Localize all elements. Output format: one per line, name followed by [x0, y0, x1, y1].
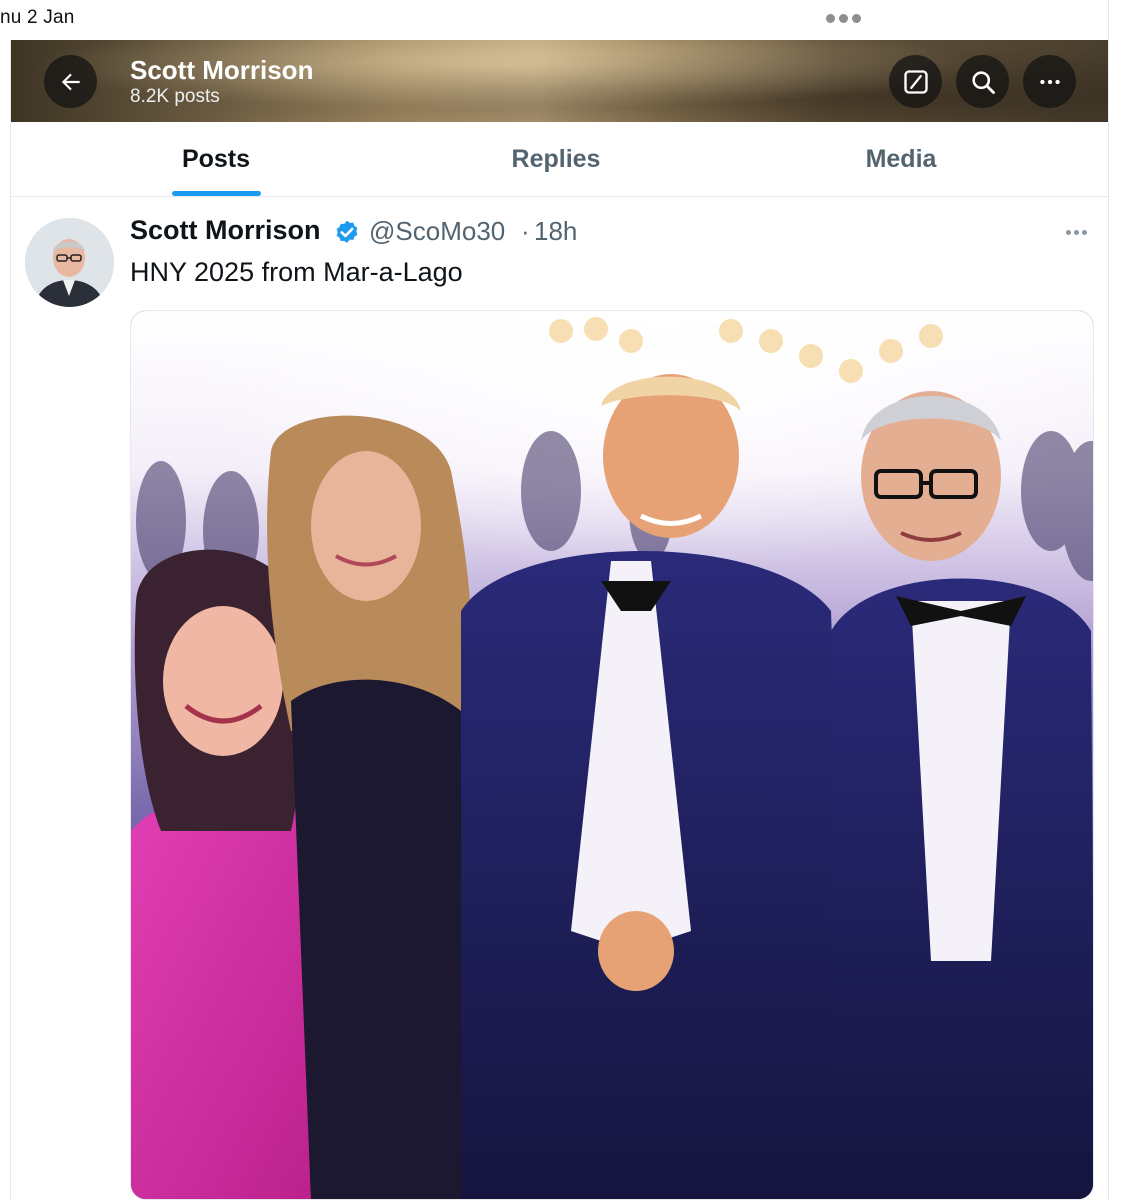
- active-tab-indicator: [172, 191, 261, 196]
- more-options-button[interactable]: [1023, 55, 1076, 108]
- search-icon: [971, 70, 995, 94]
- tweet-text: HNY 2025 from Mar-a-Lago: [130, 257, 463, 287]
- header-profile-name: Scott Morrison: [130, 55, 314, 85]
- tweet-meta-separator: ·: [521, 216, 530, 246]
- tweet-author-name[interactable]: Scott Morrison: [130, 215, 321, 246]
- tweet-photo[interactable]: [130, 310, 1094, 1200]
- column-divider-right: [1108, 0, 1109, 1200]
- multitasking-dots-icon[interactable]: [826, 14, 861, 23]
- tweet-author-handle[interactable]: @ScoMo30: [369, 216, 505, 247]
- avatar-image: [25, 218, 114, 307]
- avatar[interactable]: [25, 218, 114, 307]
- tweet-more-icon[interactable]: [1066, 230, 1087, 235]
- profile-tabs: Posts Replies Media: [11, 122, 1108, 197]
- profile-header: Scott Morrison 8.2K posts: [11, 40, 1108, 122]
- more-horizontal-icon: [1039, 79, 1060, 84]
- tweet-timestamp[interactable]: 18h: [534, 216, 577, 247]
- tweet-photo-image: [131, 311, 1093, 1199]
- column-divider-left: [10, 40, 11, 1200]
- back-button[interactable]: [44, 55, 97, 108]
- tab-posts[interactable]: Posts: [131, 122, 301, 196]
- tab-media[interactable]: Media: [816, 122, 986, 196]
- grok-button[interactable]: [889, 55, 942, 108]
- arrow-left-icon: [61, 73, 80, 90]
- status-date: nu 2 Jan: [0, 7, 75, 28]
- verified-badge-icon: [336, 220, 358, 243]
- search-button[interactable]: [956, 55, 1009, 108]
- grok-icon: [903, 69, 928, 94]
- system-status-bar: nu 2 Jan: [0, 0, 1135, 38]
- tab-replies[interactable]: Replies: [471, 122, 641, 196]
- header-posts-count: 8.2K posts: [130, 86, 220, 107]
